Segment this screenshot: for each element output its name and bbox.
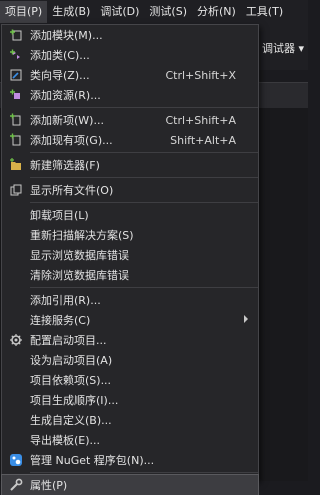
menu-item[interactable]: 项目依赖项(S)... (2, 370, 258, 390)
menu-item-label: 项目生成顺序(I)... (30, 394, 119, 407)
menu-item-label: 添加模块(M)... (30, 29, 103, 42)
menu-item[interactable]: 添加引用(R)... (2, 290, 258, 310)
menu-item-label: 卸载项目(L) (30, 209, 89, 222)
menu-item-label: 生成自定义(B)... (30, 414, 112, 427)
menu-item[interactable]: 添加现有项(G)... Shift+Alt+A (2, 130, 258, 150)
menu-item-label: 添加资源(R)... (30, 89, 101, 102)
wrench-icon (2, 475, 30, 495)
menu-item[interactable]: 显示浏览数据库错误 (2, 245, 258, 265)
nuget-icon (2, 450, 30, 470)
menu-item-shortcut: Shift+Alt+A (170, 133, 236, 147)
menu-item[interactable]: 导出模板(E)... (2, 430, 258, 450)
menu-item-icon-slot (2, 310, 30, 330)
new-filter-icon (2, 155, 30, 175)
menu-item-icon-slot (2, 390, 30, 410)
project-menu-dropdown: 添加模块(M)... 添加类(C)... 类向导(Z)... Ctrl+Shift+X… (1, 24, 259, 495)
menu-item[interactable]: 添加资源(R)... (2, 85, 258, 105)
menu-item-label: 重新扫描解决方案(S) (30, 229, 134, 242)
menu-item-icon-slot (2, 430, 30, 450)
menu-item[interactable]: 显示所有文件(O) (2, 180, 258, 200)
add-class-icon (2, 45, 30, 65)
menu-build[interactable]: 生成(B) (47, 1, 95, 23)
menu-item-icon-slot (2, 245, 30, 265)
add-module-icon (2, 25, 30, 45)
menu-item[interactable]: 添加模块(M)... (2, 25, 258, 45)
menu-item[interactable]: 属性(P) (1, 474, 259, 495)
menu-separator (30, 202, 258, 203)
menu-item[interactable]: 新建筛选器(F) (2, 155, 258, 175)
menu-item-label: 添加类(C)... (30, 49, 90, 62)
menu-item-icon-slot (2, 265, 30, 285)
menu-item-label: 导出模板(E)... (30, 434, 101, 447)
menu-item-label: 设为启动项目(A) (30, 354, 113, 367)
menu-item[interactable]: 配置启动项目... (2, 330, 258, 350)
menu-item-icon-slot (2, 350, 30, 370)
submenu-arrow-icon (244, 315, 248, 323)
add-resource-icon (2, 85, 30, 105)
menu-item[interactable]: 类向导(Z)... Ctrl+Shift+X (2, 65, 258, 85)
class-wizard-icon (2, 65, 30, 85)
menu-analyze[interactable]: 分析(N) (192, 1, 241, 23)
menu-item[interactable]: 清除浏览数据库错误 (2, 265, 258, 285)
gear-icon (2, 330, 30, 350)
menu-item[interactable]: 卸载项目(L) (2, 205, 258, 225)
menu-item[interactable]: 重新扫描解决方案(S) (2, 225, 258, 245)
menu-item-label: 添加引用(R)... (30, 294, 101, 307)
add-new-item-icon (2, 110, 30, 130)
menu-item[interactable]: 添加新项(W)... Ctrl+Shift+A (2, 110, 258, 130)
menu-project[interactable]: 项目(P) (0, 1, 48, 23)
menu-item-label: 属性(P) (30, 479, 68, 492)
menu-item-icon-slot (2, 370, 30, 390)
menu-separator (30, 107, 258, 108)
menu-item-label: 清除浏览数据库错误 (30, 269, 129, 282)
menu-item[interactable]: 设为启动项目(A) (2, 350, 258, 370)
menu-separator (30, 177, 258, 178)
menu-item-label: 配置启动项目... (30, 334, 107, 347)
menu-tools[interactable]: 工具(T) (241, 1, 288, 23)
menu-item-icon-slot (2, 205, 30, 225)
menu-item[interactable]: 管理 NuGet 程序包(N)... (2, 450, 258, 470)
menu-item-label: 连接服务(C) (30, 314, 91, 327)
show-all-files-icon (2, 180, 30, 200)
menu-item-icon-slot (2, 225, 30, 245)
menu-item-label: 添加现有项(G)... (30, 134, 113, 147)
menu-item[interactable]: 连接服务(C) (2, 310, 258, 330)
menu-item-label: 添加新项(W)... (30, 114, 104, 127)
menu-separator (30, 152, 258, 153)
add-existing-item-icon (2, 130, 30, 150)
menu-item[interactable]: 生成自定义(B)... (2, 410, 258, 430)
menu-item[interactable]: 添加类(C)... (2, 45, 258, 65)
menu-test[interactable]: 测试(S) (144, 1, 192, 23)
menu-item-icon-slot (2, 410, 30, 430)
menu-item-label: 项目依赖项(S)... (30, 374, 112, 387)
menu-separator (30, 287, 258, 288)
menu-item[interactable]: 项目生成顺序(I)... (2, 390, 258, 410)
menu-item-label: 类向导(Z)... (30, 69, 90, 82)
menu-item-shortcut: Ctrl+Shift+A (165, 113, 236, 127)
menu-item-label: 显示浏览数据库错误 (30, 249, 129, 262)
menu-item-label: 新建筛选器(F) (30, 159, 100, 172)
menu-bar: 项目(P) 生成(B) 调试(D) 测试(S) 分析(N) 工具(T) (0, 0, 308, 24)
menu-item-label: 管理 NuGet 程序包(N)... (30, 454, 155, 467)
debugger-selector[interactable]: 调试器 ▾ (262, 40, 304, 56)
menu-item-shortcut: Ctrl+Shift+X (165, 68, 236, 82)
menu-debug[interactable]: 调试(D) (95, 1, 144, 23)
menu-item-label: 显示所有文件(O) (30, 184, 114, 197)
menu-separator (30, 472, 258, 473)
menu-item-icon-slot (2, 290, 30, 310)
